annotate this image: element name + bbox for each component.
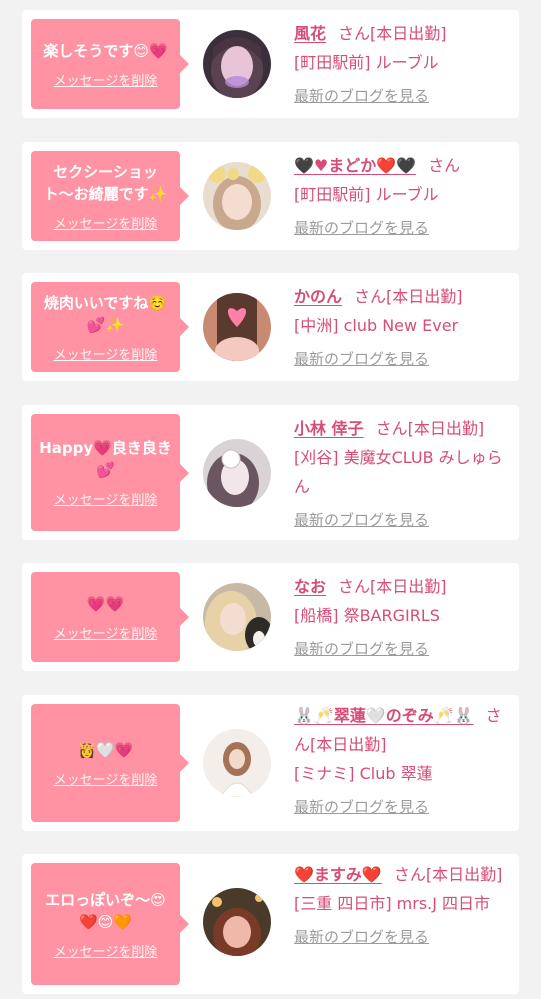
cast-name-link[interactable]: 小林 倖子 [294,419,364,438]
message-list: 楽しそうです😊💗 メッセージを削除 風花 さん[本日出勤] [町田駅前] ルーブル… [0,0,541,999]
honorific: さん [338,24,371,43]
message-bubble: 💗💗 メッセージを削除 [31,572,189,662]
latest-blog-link[interactable]: 最新のブログを見る [294,923,509,952]
name-line: ❤️ますみ❤️ さん[本日出勤] [294,860,509,889]
honorific: さん [354,287,387,306]
delete-message-link[interactable]: メッセージを削除 [54,769,158,788]
shop-label: [三重 四日市] mrs.J 四日市 [294,894,491,913]
message-bubble: 焼肉いいですね☺️💕✨ メッセージを削除 [31,282,189,372]
avatar-photo [203,729,271,797]
avatar-photo [203,162,271,230]
message-card: 💗💗 メッセージを削除 なお さん[本日出勤] [船橋] 祭BARGIRLS 最新… [22,563,519,671]
avatar[interactable] [203,30,271,98]
shop-label: [船橋] 祭BARGIRLS [294,606,440,625]
status-label: [本日出勤] [386,287,463,306]
avatar-photo [203,888,271,956]
status-label: [本日出勤] [425,865,503,884]
latest-blog-link[interactable]: 最新のブログを見る [294,635,509,664]
message-text: 楽しそうです😊💗 [43,41,168,60]
delete-message-link[interactable]: メッセージを削除 [54,623,158,642]
cast-info: なお さん[本日出勤] [船橋] 祭BARGIRLS 最新のブログを見る [294,572,509,664]
message-card: 楽しそうです😊💗 メッセージを削除 風花 さん[本日出勤] [町田駅前] ルーブル… [22,10,519,118]
avatar[interactable] [203,583,271,651]
cast-info: ❤️ますみ❤️ さん[本日出勤] [三重 四日市] mrs.J 四日市 最新のブロ… [294,860,509,952]
message-text: Happy💗良き良き💕 [39,439,172,479]
name-line: 小林 倖子 さん[本日出勤] [294,414,509,443]
message-bubble: エロっぽいぞ〜😍❤️😊🧡 メッセージを削除 [31,863,189,985]
shop-label: [町田駅前] ルーブル [294,185,439,204]
message-card: 焼肉いいですね☺️💕✨ メッセージを削除 かのん さん[本日出勤] [中洲] cl… [22,273,519,381]
message-card: セクシーショット〜お綺麗です✨ メッセージを削除 🖤♥まどか❤️🖤 さん [町田駅… [22,142,519,250]
cast-name-link[interactable]: かのん [294,287,342,306]
cast-info: 🖤♥まどか❤️🖤 さん [町田駅前] ルーブル 最新のブログを見る [294,151,509,243]
delete-message-link[interactable]: メッセージを削除 [54,489,158,508]
message-bubble: セクシーショット〜お綺麗です✨ メッセージを削除 [31,151,189,241]
delete-message-link[interactable]: メッセージを削除 [54,941,158,960]
name-line: 🖤♥まどか❤️🖤 さん [294,151,509,180]
name-line: 風花 さん[本日出勤] [294,19,509,48]
shop-label: [ミナミ] Club 翠蓮 [294,764,433,783]
message-text: エロっぽいぞ〜😍❤️😊🧡 [45,890,166,931]
latest-blog-link[interactable]: 最新のブログを見る [294,345,509,374]
cast-name-link[interactable]: 🐰🥂翠蓮🤍のぞみ🥂🐰 [294,706,474,725]
shop-label: [町田駅前] ルーブル [294,53,439,72]
name-line: 🐰🥂翠蓮🤍のぞみ🥂🐰 さん[本日出勤] [294,701,509,759]
delete-message-link[interactable]: メッセージを削除 [54,70,158,89]
delete-message-link[interactable]: メッセージを削除 [54,344,158,363]
status-label: [本日出勤] [407,419,485,438]
honorific: さん [393,865,426,884]
honorific: さん [375,419,408,438]
cast-info: 風花 さん[本日出勤] [町田駅前] ルーブル 最新のブログを見る [294,19,509,111]
latest-blog-link[interactable]: 最新のブログを見る [294,82,509,111]
name-line: かのん さん[本日出勤] [294,282,509,311]
message-card: 👸🤍💗 メッセージを削除 🐰🥂翠蓮🤍のぞみ🥂🐰 さん[本日出勤] [ミナミ] Cl… [22,695,519,831]
shop-label: [中洲] club New Ever [294,316,459,335]
avatar-photo [203,583,271,651]
message-text: 焼肉いいですね☺️💕✨ [43,293,168,334]
avatar-photo [203,293,271,361]
avatar[interactable] [203,888,271,956]
message-bubble: 楽しそうです😊💗 メッセージを削除 [31,19,189,109]
avatar[interactable] [203,162,271,230]
cast-info: かのん さん[本日出勤] [中洲] club New Ever 最新のブログを見る [294,282,509,374]
message-card: エロっぽいぞ〜😍❤️😊🧡 メッセージを削除 ❤️ますみ❤️ さん[本日出勤] [三… [22,854,519,994]
cast-info: 小林 倖子 さん[本日出勤] [刈谷] 美魔女CLUB みしゅらん 最新のブログを… [294,414,509,535]
message-text: セクシーショット〜お綺麗です✨ [43,162,168,203]
cast-info: 🐰🥂翠蓮🤍のぞみ🥂🐰 さん[本日出勤] [ミナミ] Club 翠蓮 最新のブログを… [294,701,509,822]
latest-blog-link[interactable]: 最新のブログを見る [294,506,509,535]
honorific: さん [338,577,371,596]
honorific: さん [428,156,461,175]
shop-label: [刈谷] 美魔女CLUB みしゅらん [294,448,503,496]
name-line: なお さん[本日出勤] [294,572,509,601]
status-label: [本日出勤] [310,735,387,754]
message-bubble: 👸🤍💗 メッセージを削除 [31,704,189,822]
cast-name-link[interactable]: ❤️ますみ❤️ [294,865,382,884]
latest-blog-link[interactable]: 最新のブログを見る [294,214,509,243]
message-bubble: Happy💗良き良き💕 メッセージを削除 [31,414,189,531]
status-label: [本日出勤] [370,24,447,43]
avatar[interactable] [203,439,271,507]
avatar-photo [203,30,271,98]
cast-name-link[interactable]: 風花 [294,24,326,43]
delete-message-link[interactable]: メッセージを削除 [54,213,158,232]
latest-blog-link[interactable]: 最新のブログを見る [294,793,509,822]
message-text: 💗💗 [86,594,125,613]
avatar-photo [203,439,271,507]
cast-name-link[interactable]: なお [294,577,326,596]
status-label: [本日出勤] [370,577,447,596]
message-text: 👸🤍💗 [77,740,134,759]
cast-name-link[interactable]: 🖤♥まどか❤️🖤 [294,156,416,175]
avatar[interactable] [203,729,271,797]
avatar[interactable] [203,293,271,361]
message-card: Happy💗良き良き💕 メッセージを削除 小林 倖子 さん[本日出勤] [刈谷] … [22,405,519,540]
